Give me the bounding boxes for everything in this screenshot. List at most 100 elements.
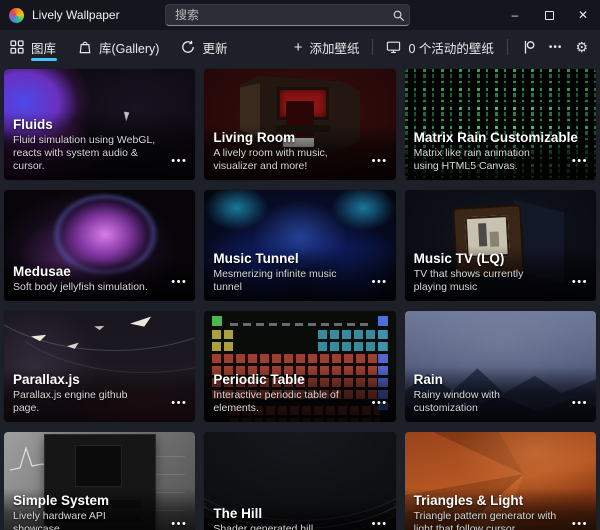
card-overlay: Medusae Soft body jellyfish simulation. [4,259,195,301]
grid-icon [10,40,24,54]
card-more-button[interactable]: ••• [572,155,588,167]
card-title: Parallax.js [13,372,186,387]
active-tab-indicator [31,58,57,61]
add-wallpaper-button[interactable]: + 添加壁纸 [294,38,360,57]
wallpaper-card[interactable]: Fluids Fluid simulation using WebGL, rea… [3,68,196,181]
card-overlay: Music Tunnel Mesmerizing infinite music … [204,246,395,301]
card-title: Triangles & Light [414,493,587,508]
maximize-button[interactable] [532,0,566,30]
search-box[interactable] [165,4,410,26]
card-description: Matrix like rain animation using HTML5 C… [414,147,587,173]
close-button[interactable]: ✕ [566,0,600,30]
titlebar: Lively Wallpaper – ✕ [0,0,600,30]
search-input[interactable] [166,8,387,22]
card-title: Fluids [13,117,186,132]
tab-gallery-store-label: 库(Gallery) [99,38,159,57]
card-title: Music Tunnel [213,251,386,266]
card-description: Lively hardware API showcase. [13,510,186,530]
card-overlay: The Hill Shader generated hill. [204,501,395,530]
wallpaper-card[interactable]: Matrix Rain Customizable Matrix like rai… [404,68,597,181]
card-title: Music TV (LQ) [414,251,587,266]
wallpaper-card[interactable]: Living Room A lively room with music, vi… [203,68,396,181]
card-description: Shader generated hill. [213,523,386,530]
tab-library-label: 图库 [31,38,56,57]
active-wallpapers-label: 0 个活动的壁纸 [408,38,493,57]
card-more-button[interactable]: ••• [572,276,588,288]
card-more-button[interactable]: ••• [572,518,588,530]
card-more-button[interactable]: ••• [171,397,187,409]
card-more-button[interactable]: ••• [572,397,588,409]
card-overlay: Fluids Fluid simulation using WebGL, rea… [4,112,195,180]
card-description: A lively room with music, visualizer and… [213,147,386,173]
settings-button[interactable]: ⚙ [575,39,588,56]
card-more-button[interactable]: ••• [171,518,187,530]
tab-updates-label: 更新 [202,38,227,57]
arc-line [3,310,196,373]
close-icon: ✕ [578,8,588,22]
tab-gallery-store[interactable]: 库(Gallery) [78,30,159,64]
card-description: Interactive periodic table of elements. [213,389,386,415]
card-description: Triangle pattern generator with light th… [414,510,587,530]
card-overlay: Rain Rainy window with customization [405,367,596,422]
flag-icon [521,39,536,55]
card-more-button[interactable]: ••• [372,155,388,167]
card-overlay: Living Room A lively room with music, vi… [204,125,395,180]
active-wallpapers-button[interactable]: 0 个活动的壁纸 [386,38,493,57]
card-overlay: Simple System Lively hardware API showca… [4,488,195,530]
wallpaper-card[interactable]: Parallax.js Parallax.js engine github pa… [3,310,196,423]
gear-icon: ⚙ [575,39,588,56]
card-more-button[interactable]: ••• [372,397,388,409]
minimize-icon: – [512,8,519,22]
wallpaper-card[interactable]: Music Tunnel Mesmerizing infinite music … [203,189,396,302]
card-description: Rainy window with customization [414,389,587,415]
wallpaper-grid: Fluids Fluid simulation using WebGL, rea… [0,64,600,530]
app-title: Lively Wallpaper [32,8,120,22]
add-wallpaper-label: 添加壁纸 [309,38,359,57]
card-description: Mesmerizing infinite music tunnel [213,268,386,294]
card-title: Living Room [213,130,386,145]
toolbar: 图库 库(Gallery) 更新 + 添加壁纸 0 个活动的壁纸 [0,30,600,64]
more-options-button[interactable]: ••• [549,42,563,53]
wallpaper-card[interactable]: Rain Rainy window with customization ••• [404,310,597,423]
card-overlay: Parallax.js Parallax.js engine github pa… [4,367,195,422]
wallpaper-card[interactable]: Simple System Lively hardware API showca… [3,431,196,530]
wallpaper-card[interactable]: The Hill Shader generated hill. ••• [203,431,396,530]
card-more-button[interactable]: ••• [171,276,187,288]
toolbar-separator [507,39,508,55]
card-title: The Hill [213,506,386,521]
card-overlay: Triangles & Light Triangle pattern gener… [405,488,596,530]
card-overlay: Matrix Rain Customizable Matrix like rai… [405,125,596,180]
card-more-button[interactable]: ••• [372,518,388,530]
card-title: Rain [414,372,587,387]
card-description: Parallax.js engine github page. [13,389,186,415]
bag-icon [78,40,92,54]
ellipsis-icon: ••• [549,42,563,53]
app-logo-icon [9,8,24,23]
card-title: Medusae [13,264,186,279]
card-more-button[interactable]: ••• [372,276,388,288]
card-title: Simple System [13,493,186,508]
card-overlay: Periodic Table Interactive periodic tabl… [204,367,395,422]
card-title: Periodic Table [213,372,386,387]
card-description: Soft body jellyfish simulation. [13,281,186,294]
toolbar-separator [372,39,373,55]
window-controls: – ✕ [498,0,600,30]
card-description: Fluid simulation using WebGL, reacts wit… [13,134,186,173]
card-more-button[interactable]: ••• [171,155,187,167]
refresh-icon [181,40,195,54]
card-description: TV that shows currently playing music [414,268,587,294]
monitor-icon [386,40,401,54]
report-flag-button[interactable] [521,39,536,55]
wallpaper-card[interactable]: Medusae Soft body jellyfish simulation. … [3,189,196,302]
wallpaper-card[interactable]: Periodic Table Interactive periodic tabl… [203,310,396,423]
search-icon [387,9,409,22]
tab-updates[interactable]: 更新 [181,30,227,64]
wallpaper-card[interactable]: Music TV (LQ) TV that shows currently pl… [404,189,597,302]
wallpaper-card[interactable]: Triangles & Light Triangle pattern gener… [404,431,597,530]
plus-icon: + [294,40,303,55]
card-title: Matrix Rain Customizable [414,130,587,145]
maximize-icon [545,11,554,20]
tab-library[interactable]: 图库 [10,30,56,64]
minimize-button[interactable]: – [498,0,532,30]
card-overlay: Music TV (LQ) TV that shows currently pl… [405,246,596,301]
